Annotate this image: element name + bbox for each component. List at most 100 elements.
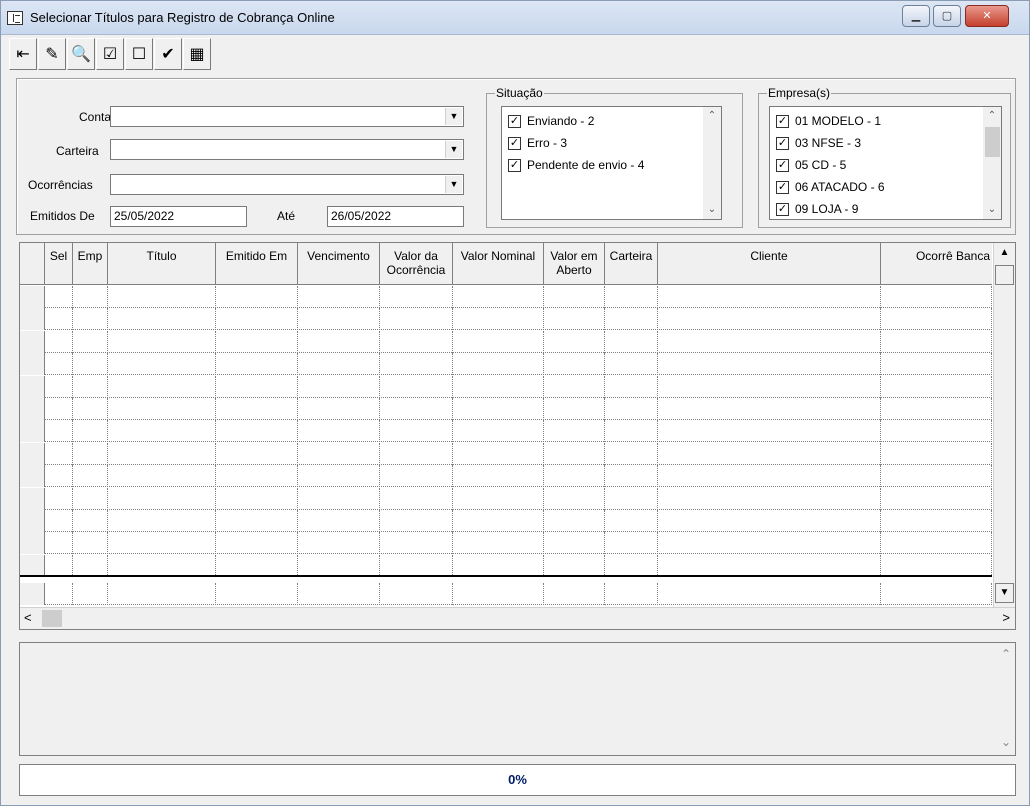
ate-input[interactable]: 26/05/2022: [327, 206, 464, 227]
empresa-item[interactable]: ✓ 03 NFSE - 3: [776, 134, 861, 152]
situacao-item-erro[interactable]: ✓ Erro - 3: [508, 134, 567, 152]
row-indicator[interactable]: [20, 398, 45, 420]
table-cell[interactable]: [108, 375, 216, 398]
table-cell[interactable]: [108, 442, 216, 465]
situacao-item-pendente[interactable]: ✓ Pendente de envio - 4: [508, 156, 644, 174]
col-header-cliente[interactable]: Cliente: [658, 243, 881, 285]
table-cell[interactable]: [216, 510, 298, 532]
scroll-bottom-icon[interactable]: ▼: [995, 583, 1014, 603]
row-indicator[interactable]: [20, 420, 45, 443]
table-cell[interactable]: [605, 465, 658, 488]
table-cell[interactable]: [658, 308, 881, 331]
table-row[interactable]: [20, 308, 992, 331]
table-cell[interactable]: [298, 420, 380, 443]
table-cell[interactable]: [605, 487, 658, 510]
empresa-item[interactable]: ✓ 01 MODELO - 1: [776, 112, 881, 130]
table-row[interactable]: [20, 353, 992, 376]
table-cell[interactable]: [216, 420, 298, 443]
table-cell[interactable]: [881, 353, 992, 376]
table-cell[interactable]: [216, 308, 298, 331]
table-cell[interactable]: [380, 465, 453, 488]
checkbox-checked-icon[interactable]: ✓: [776, 158, 789, 172]
table-cell[interactable]: [544, 308, 605, 331]
col-header-valor-ocorrencia[interactable]: Valor da Ocorrência: [380, 243, 453, 285]
table-cell[interactable]: [658, 420, 881, 443]
table-cell[interactable]: [216, 398, 298, 420]
emitidos-de-input[interactable]: 25/05/2022: [110, 206, 247, 227]
scroll-thumb[interactable]: [995, 265, 1014, 285]
row-indicator[interactable]: [20, 487, 45, 510]
table-cell[interactable]: [45, 286, 73, 308]
table-cell[interactable]: [108, 330, 216, 353]
row-indicator[interactable]: [20, 286, 45, 308]
table-cell[interactable]: [45, 442, 73, 465]
table-cell[interactable]: [108, 398, 216, 420]
col-header-valor-nominal[interactable]: Valor Nominal: [453, 243, 544, 285]
search-button[interactable]: 🔍: [67, 38, 95, 70]
table-row[interactable]: [20, 330, 992, 353]
table-cell[interactable]: [453, 308, 544, 331]
confirm-button[interactable]: ✔: [154, 38, 182, 70]
table-cell[interactable]: [605, 420, 658, 443]
row-indicator[interactable]: [20, 554, 45, 577]
table-cell[interactable]: [544, 398, 605, 420]
col-header-valor-aberto[interactable]: Valor em Aberto: [544, 243, 605, 285]
table-cell[interactable]: [73, 532, 108, 555]
table-cell[interactable]: [544, 420, 605, 443]
table-cell[interactable]: [881, 554, 992, 577]
scroll-up-icon[interactable]: ⌃: [997, 647, 1015, 661]
table-cell[interactable]: [216, 375, 298, 398]
table-cell[interactable]: [453, 420, 544, 443]
table-cell[interactable]: [216, 330, 298, 353]
scroll-thumb[interactable]: [985, 127, 1000, 157]
table-cell[interactable]: [453, 353, 544, 376]
empresa-item[interactable]: ✓ 09 LOJA - 9: [776, 200, 858, 218]
table-cell[interactable]: [544, 554, 605, 577]
table-cell[interactable]: [108, 532, 216, 555]
table-cell[interactable]: [298, 375, 380, 398]
grid-vertical-scrollbar[interactable]: ▲ ▼: [993, 243, 1015, 607]
table-cell[interactable]: [108, 487, 216, 510]
col-header-emitido-em[interactable]: Emitido Em: [216, 243, 298, 285]
scroll-left-icon[interactable]: <: [24, 610, 32, 625]
maximize-button[interactable]: ▢: [933, 5, 961, 27]
table-cell[interactable]: [881, 465, 992, 488]
table-cell[interactable]: [380, 420, 453, 443]
table-cell[interactable]: [45, 375, 73, 398]
chevron-down-icon[interactable]: ▼: [445, 108, 462, 125]
scroll-thumb[interactable]: [42, 610, 62, 627]
table-cell[interactable]: [45, 510, 73, 532]
table-cell[interactable]: [544, 375, 605, 398]
table-row[interactable]: [20, 510, 992, 532]
table-cell[interactable]: [380, 353, 453, 376]
checkbox-checked-icon[interactable]: ✓: [776, 136, 789, 150]
table-cell[interactable]: [881, 420, 992, 443]
table-cell[interactable]: [658, 510, 881, 532]
table-cell[interactable]: [881, 308, 992, 331]
table-cell[interactable]: [108, 308, 216, 331]
table-cell[interactable]: [544, 487, 605, 510]
table-cell[interactable]: [298, 465, 380, 488]
table-cell[interactable]: [298, 532, 380, 555]
table-cell[interactable]: [216, 286, 298, 308]
table-cell[interactable]: [73, 554, 108, 577]
table-cell[interactable]: [45, 353, 73, 376]
table-cell[interactable]: [453, 532, 544, 555]
row-indicator[interactable]: [20, 330, 45, 353]
table-cell[interactable]: [605, 510, 658, 532]
row-indicator[interactable]: [20, 308, 45, 331]
table-cell[interactable]: [298, 510, 380, 532]
table-cell[interactable]: [544, 442, 605, 465]
col-header-ocorrencia-bancaria[interactable]: Ocorrê Banca: [881, 243, 992, 285]
table-cell[interactable]: [605, 353, 658, 376]
table-cell[interactable]: [881, 375, 992, 398]
table-cell[interactable]: [453, 442, 544, 465]
ocorrencias-combo[interactable]: ▼: [110, 174, 464, 195]
table-cell[interactable]: [605, 330, 658, 353]
table-cell[interactable]: [216, 487, 298, 510]
table-cell[interactable]: [658, 286, 881, 308]
table-cell[interactable]: [453, 398, 544, 420]
table-cell[interactable]: [605, 442, 658, 465]
table-cell[interactable]: [544, 510, 605, 532]
table-cell[interactable]: [73, 465, 108, 488]
